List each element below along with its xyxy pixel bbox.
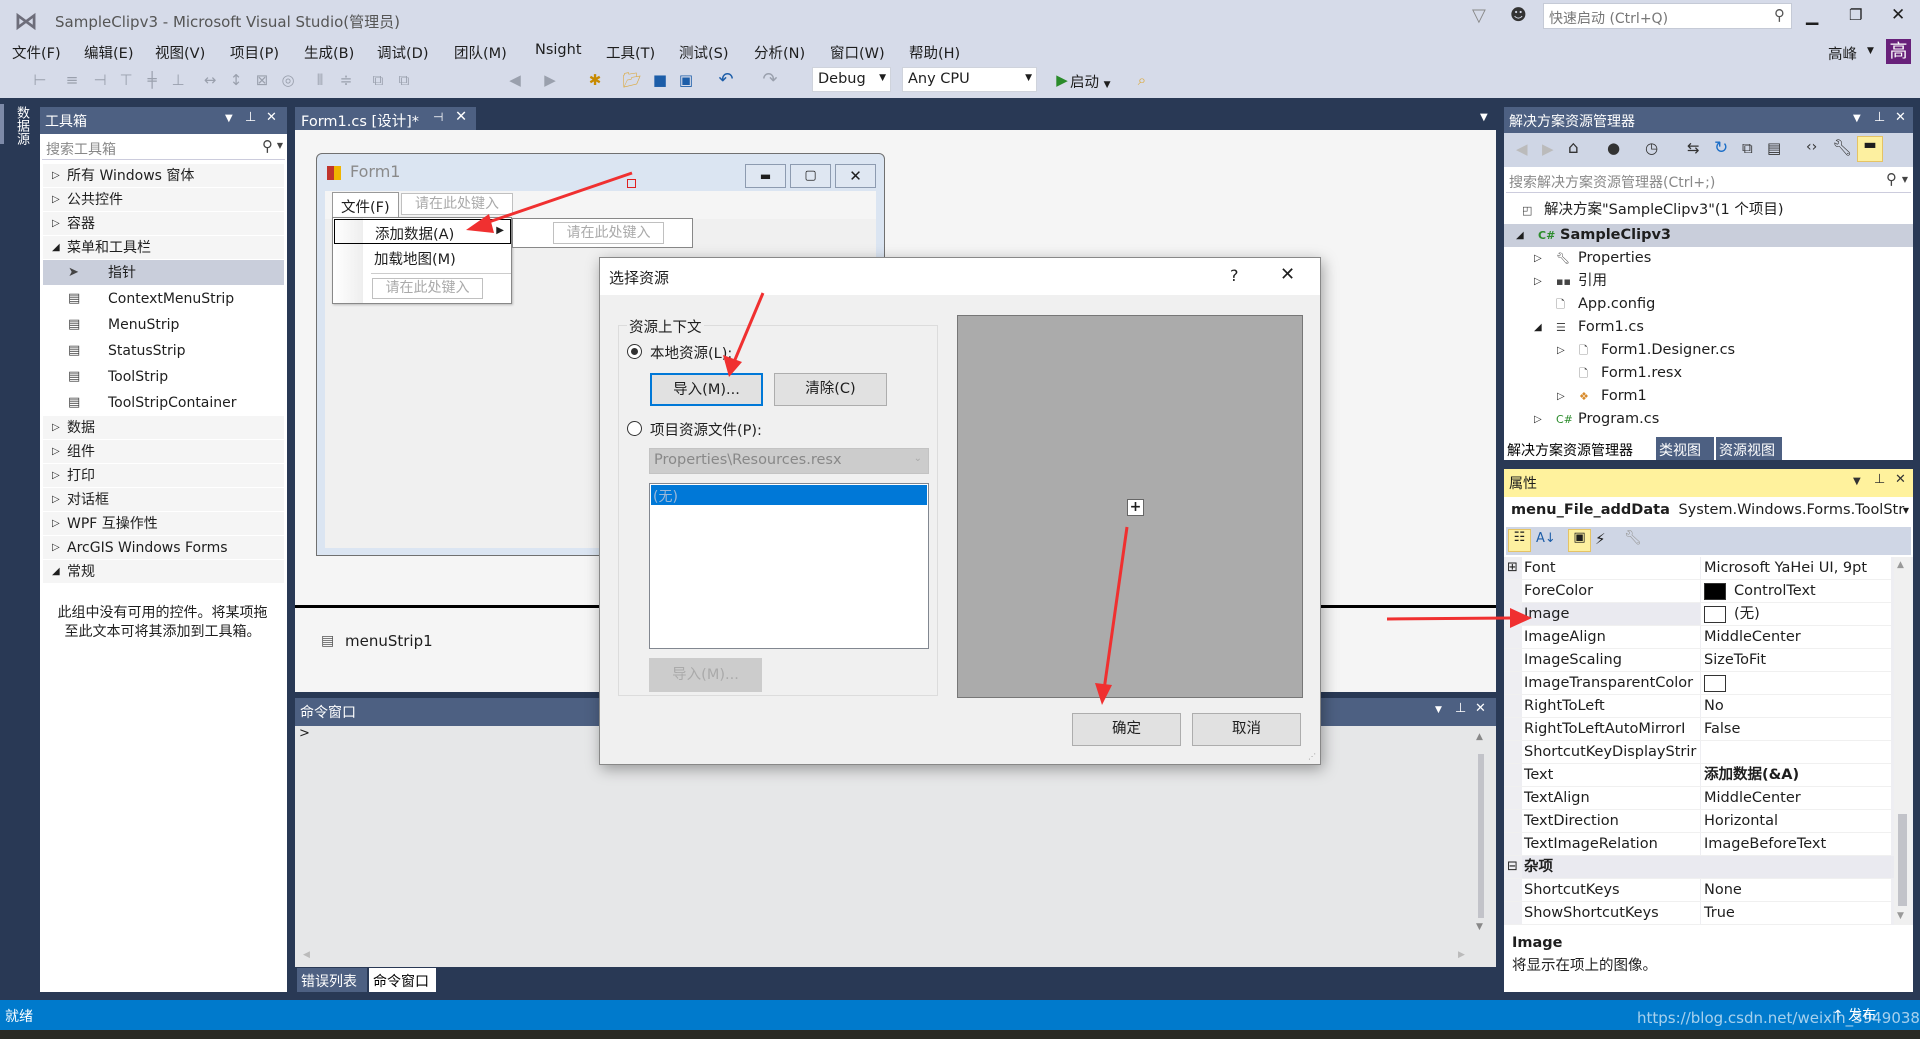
annotation-arrows <box>466 171 1532 705</box>
arrow-to-ok-button <box>1095 526 1129 705</box>
arrow-to-import-button <box>723 292 765 377</box>
arrow-to-add-data <box>466 171 633 233</box>
arrow-to-image-property <box>1386 608 1532 628</box>
